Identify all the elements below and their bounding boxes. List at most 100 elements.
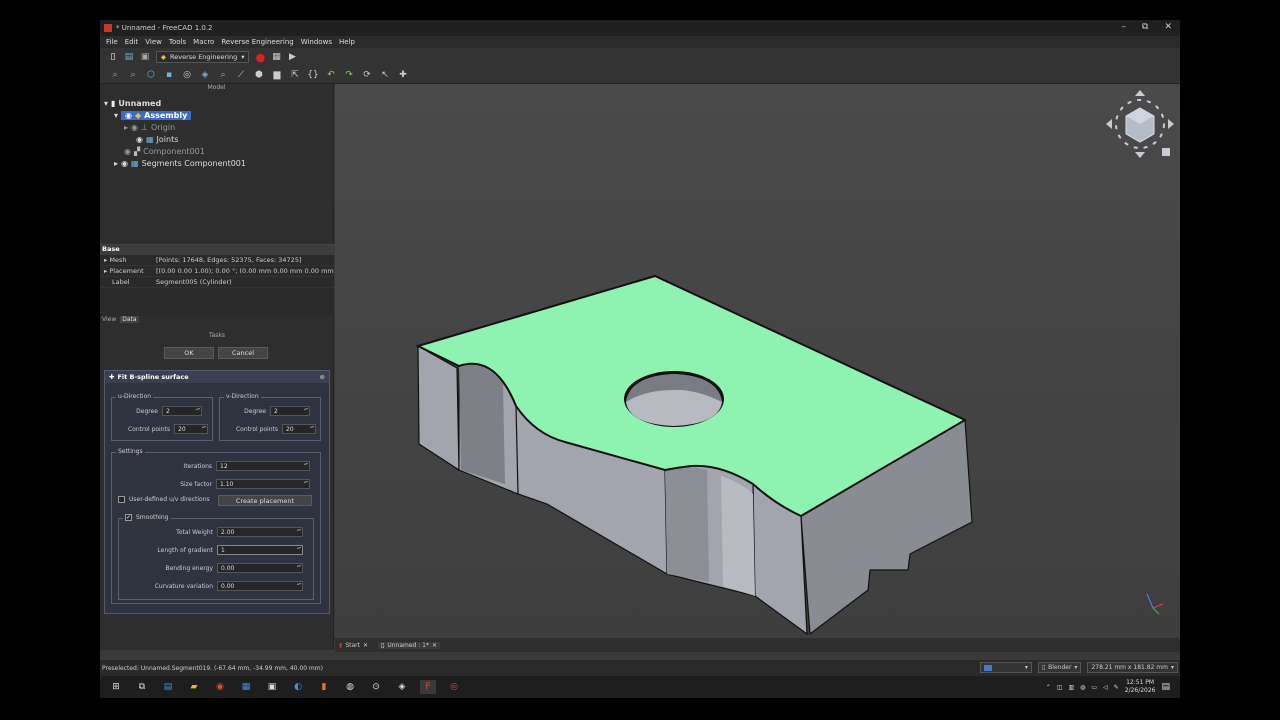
- variable-set-icon[interactable]: {}: [307, 70, 318, 80]
- menu-edit[interactable]: Edit: [125, 38, 139, 46]
- chrome-icon[interactable]: ◉: [212, 680, 228, 694]
- menu-help[interactable]: Help: [339, 38, 355, 46]
- smoothing-checkbox[interactable]: ✓: [125, 514, 132, 521]
- u-control-points-input[interactable]: 20: [174, 424, 208, 434]
- task-view-icon[interactable]: ⧉: [134, 680, 150, 694]
- file-explorer-icon[interactable]: ▰: [186, 680, 202, 694]
- 3d-viewport[interactable]: [335, 84, 1180, 638]
- total-weight-input[interactable]: 2.00: [217, 527, 303, 537]
- eye-icon[interactable]: ◉: [121, 159, 128, 168]
- property-row-placement[interactable]: ▸ Placement [(0.00 0.00 1.00); 0.00 °; (…: [100, 266, 334, 277]
- tree-item-component[interactable]: ◉ ▞ Component001: [124, 146, 205, 157]
- mesh-model[interactable]: [335, 84, 1180, 638]
- property-row-mesh[interactable]: ▸ Mesh [Points: 17648, Edges: 52375, Fac…: [100, 255, 334, 266]
- draw-style-icon[interactable]: ◎: [182, 70, 192, 80]
- unit-selector[interactable]: ▾: [979, 662, 1032, 673]
- fit-all-icon[interactable]: ⌕: [110, 70, 120, 80]
- office-icon[interactable]: ▮: [316, 680, 332, 694]
- length-gradient-input[interactable]: 1: [217, 545, 303, 555]
- menu-windows[interactable]: Windows: [301, 38, 332, 46]
- app-icon[interactable]: ◍: [342, 680, 358, 694]
- save-icon[interactable]: ▣: [140, 52, 150, 62]
- front-view-icon[interactable]: ▪: [164, 70, 174, 80]
- curvature-input[interactable]: 0.00: [217, 581, 303, 591]
- recorder-icon[interactable]: ◎: [446, 680, 462, 694]
- eye-icon[interactable]: ◉: [124, 147, 131, 156]
- cancel-button[interactable]: Cancel: [218, 347, 268, 359]
- chevron-up-icon[interactable]: ⌃: [1046, 684, 1051, 691]
- workbench-selector[interactable]: ◆ Reverse Engineering ▾: [156, 51, 250, 63]
- open-file-icon[interactable]: ▤: [124, 52, 134, 62]
- eye-icon[interactable]: ◉: [131, 123, 138, 132]
- close-icon[interactable]: ✕: [363, 642, 368, 649]
- search-app-icon[interactable]: ⊙: [368, 680, 384, 694]
- eye-icon[interactable]: ◉: [136, 135, 143, 144]
- v-control-points-input[interactable]: 20: [282, 424, 316, 434]
- placement-icon[interactable]: ✚: [398, 70, 408, 80]
- minimize-button[interactable]: –: [1122, 22, 1127, 32]
- run-macro-icon[interactable]: ▶: [287, 52, 297, 62]
- fit-selection-icon[interactable]: ⌕: [128, 70, 138, 80]
- obs-icon[interactable]: ◈: [394, 680, 410, 694]
- edge-icon[interactable]: ◐: [290, 680, 306, 694]
- volume-mixer-icon[interactable]: ▥: [1068, 684, 1074, 691]
- zoom-icon[interactable]: ⌕: [218, 70, 228, 80]
- undo-icon[interactable]: ↶: [326, 70, 336, 80]
- close-icon[interactable]: ✕: [432, 642, 437, 649]
- tree-item-joints[interactable]: ◉ ▦ Joints: [136, 134, 178, 145]
- tab-data[interactable]: Data: [120, 316, 139, 323]
- new-file-icon[interactable]: ▯: [108, 52, 118, 62]
- u-degree-input[interactable]: 2: [162, 406, 202, 416]
- chevron-right-icon[interactable]: ▸: [124, 123, 128, 132]
- chevron-right-icon[interactable]: ▸: [114, 159, 118, 168]
- bending-input[interactable]: 0.00: [217, 563, 303, 573]
- ok-button[interactable]: OK: [164, 347, 214, 359]
- redo-icon[interactable]: ↷: [344, 70, 354, 80]
- tree-item-unnamed[interactable]: ▾ ▮ Unnamed: [104, 98, 161, 109]
- refresh-icon[interactable]: ⟳: [362, 70, 372, 80]
- menu-tools[interactable]: Tools: [169, 38, 186, 46]
- tree-item-segments[interactable]: ▸ ◉ ▦ Segments Component001: [114, 158, 246, 169]
- close-button[interactable]: ✕: [1164, 22, 1172, 32]
- store-icon[interactable]: ▦: [238, 680, 254, 694]
- whats-this-icon[interactable]: ↖: [380, 70, 390, 80]
- tab-start[interactable]: ▮ Start ✕: [339, 642, 368, 649]
- menu-reverse-engineering[interactable]: Reverse Engineering: [221, 38, 293, 46]
- iterations-input[interactable]: 12: [216, 461, 310, 471]
- selected-assembly[interactable]: ◉ ◆ Assembly: [121, 111, 192, 120]
- menu-file[interactable]: File: [106, 38, 118, 46]
- macro-editor-icon[interactable]: ▦: [271, 52, 281, 62]
- freecad-taskbar-icon[interactable]: F: [420, 680, 436, 694]
- tree-item-assembly[interactable]: ▾ ◉ ◆ Assembly: [114, 110, 192, 121]
- bounding-box-icon[interactable]: ◈: [200, 70, 210, 80]
- clock[interactable]: 12:51 PM 2/26/2026: [1125, 679, 1156, 695]
- menu-macro[interactable]: Macro: [193, 38, 214, 46]
- create-placement-button[interactable]: Create placement: [218, 495, 312, 506]
- speaker-icon[interactable]: ◁: [1103, 684, 1108, 691]
- tab-view[interactable]: View: [102, 316, 116, 323]
- terminal-icon[interactable]: ▣: [264, 680, 280, 694]
- isometric-view-icon[interactable]: ⬡: [146, 70, 156, 80]
- menu-view[interactable]: View: [145, 38, 162, 46]
- property-row-label[interactable]: Label Segment005 (Cylinder): [100, 277, 334, 288]
- record-macro-icon[interactable]: ●: [255, 51, 266, 64]
- chevron-down-icon[interactable]: ▾: [114, 111, 118, 120]
- v-degree-input[interactable]: 2: [270, 406, 310, 416]
- measure-icon[interactable]: ⟋: [236, 70, 246, 80]
- chevron-down-icon[interactable]: ▾: [104, 99, 108, 108]
- tray-app-icon[interactable]: ◫: [1057, 684, 1063, 691]
- pen-icon[interactable]: ✎: [1114, 684, 1119, 691]
- windows-start-icon[interactable]: ⊞: [108, 680, 124, 694]
- group-icon[interactable]: ▆: [272, 70, 282, 80]
- files-app-icon[interactable]: ▤: [160, 680, 176, 694]
- tree-item-origin[interactable]: ▸ ◉ ⊥ Origin: [124, 122, 175, 133]
- network-icon[interactable]: ▭: [1091, 684, 1097, 691]
- notification-icon[interactable]: ▤: [1161, 682, 1170, 692]
- tab-unnamed[interactable]: ▯ Unnamed : 1* ✕: [378, 641, 441, 649]
- eye-icon[interactable]: ◉: [125, 111, 132, 120]
- link-icon[interactable]: ⇱: [290, 70, 300, 80]
- collapse-icon[interactable]: ⊗: [320, 373, 325, 381]
- microphone-icon[interactable]: ◍: [1080, 684, 1085, 691]
- navigation-style-selector[interactable]: ▯ Blender ▾: [1037, 662, 1082, 673]
- size-factor-input[interactable]: 1.10: [216, 479, 310, 489]
